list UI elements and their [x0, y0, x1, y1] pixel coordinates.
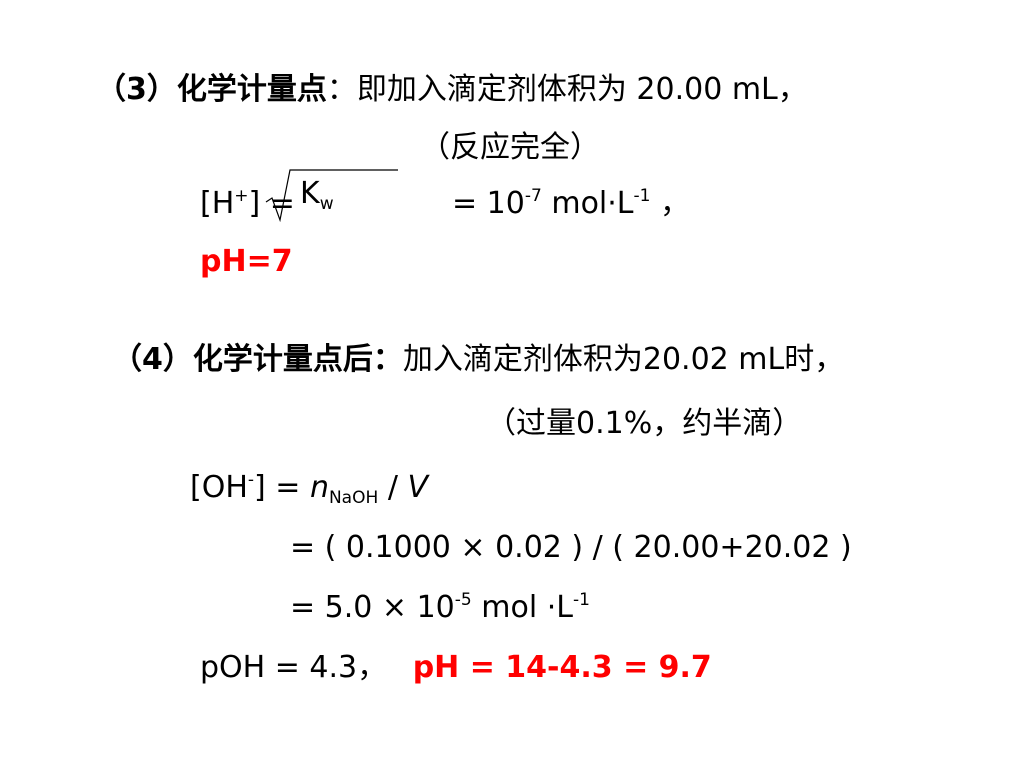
section4-ph-result: pH = 14-4.3 = 9.7	[412, 650, 712, 685]
section3-colon: ：	[326, 72, 357, 107]
section4-note: （过量0.1%，约半滴）	[486, 406, 803, 441]
oh-calculation-step2: = 5.0 × 10-5 mol ·L-1	[290, 590, 590, 625]
section3-description: 即加入滴定剂体积为 20.00 mL，	[356, 72, 808, 107]
section4-heading-line: （4）化学计量点后：加入滴定剂体积为20.02 mL时，	[112, 342, 844, 378]
section3-heading: （3）化学计量点	[96, 72, 327, 107]
poh-ph-line: pOH = 4.3， pH = 14-4.3 = 9.7	[200, 650, 712, 686]
oh-calculation-step1: = ( 0.1000 × 0.02 ) / ( 20.00+20.02 )	[290, 530, 852, 565]
section4-description: 加入滴定剂体积为20.02 mL时，	[402, 342, 845, 377]
h-concentration-value: = 10-7 mol·L-1 ，	[452, 186, 691, 221]
section4-heading: （4）化学计量点后：	[112, 342, 403, 377]
section3-ph-result: pH=7	[200, 244, 293, 279]
section3-heading-line: （3）化学计量点：即加入滴定剂体积为 20.00 mL，	[96, 72, 808, 108]
kw-symbol: Kw	[300, 176, 334, 214]
poh-value: pOH = 4.3，	[200, 650, 388, 685]
oh-concentration-formula: [OH-] = nNaOH / V	[190, 470, 428, 508]
section3-note: （反应完全）	[420, 130, 600, 165]
